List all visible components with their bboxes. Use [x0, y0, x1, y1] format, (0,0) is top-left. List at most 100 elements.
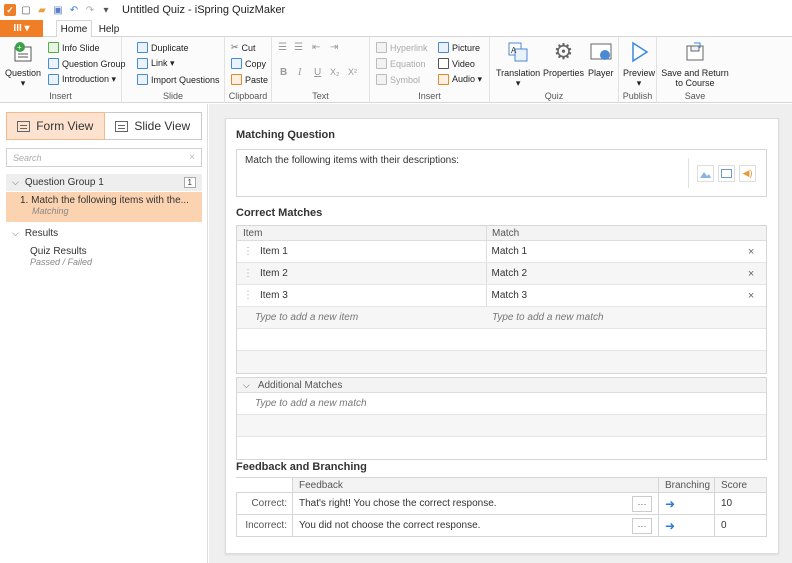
- save-icon[interactable]: ▣: [52, 4, 64, 16]
- superscript-icon[interactable]: X²: [348, 67, 357, 77]
- player-button[interactable]: Player: [588, 40, 614, 78]
- new-match-input[interactable]: Type to add a new match: [487, 307, 737, 328]
- match-cell[interactable]: Match 2: [487, 263, 737, 284]
- view-toggle: Form View Slide View: [6, 112, 202, 140]
- clear-search-icon[interactable]: ×: [189, 152, 195, 163]
- feedback-row-correct: Correct: That's right! You chose the cor…: [236, 493, 767, 515]
- tab-home[interactable]: Home: [56, 20, 92, 38]
- preview-button[interactable]: Preview ▾: [623, 40, 655, 88]
- item-cell[interactable]: Item 1: [260, 246, 288, 257]
- ribbon-group-insert: + Question ▾ Info Slide Question Group I…: [0, 37, 126, 103]
- italic-icon[interactable]: I: [298, 67, 301, 78]
- question-text-field[interactable]: Match the following items with their des…: [236, 149, 767, 197]
- empty-row: [237, 351, 766, 373]
- match-cell[interactable]: Match 1: [487, 241, 737, 262]
- question-group-button[interactable]: Question Group: [48, 58, 126, 69]
- cut-button[interactable]: ✂ Cut: [231, 42, 256, 53]
- new-item-input[interactable]: Type to add a new item: [237, 307, 487, 328]
- decrease-indent-icon[interactable]: ⇤: [312, 42, 320, 53]
- delete-row-icon[interactable]: ×: [736, 241, 766, 262]
- duplicate-button[interactable]: Duplicate: [137, 42, 189, 53]
- col-branching-header: Branching: [659, 478, 715, 492]
- import-questions-button[interactable]: Import Questions: [137, 74, 220, 85]
- search-input[interactable]: Search ×: [6, 148, 202, 167]
- save-return-icon: [683, 40, 707, 64]
- empty-row: [237, 329, 766, 351]
- link-button[interactable]: Link ▾: [137, 58, 175, 69]
- delete-row-icon[interactable]: ×: [736, 285, 766, 306]
- additional-matches-header[interactable]: ⌵ Additional Matches: [237, 378, 766, 393]
- chevron-down-icon[interactable]: ⌵: [243, 380, 250, 391]
- slide-view-button[interactable]: Slide View: [104, 112, 202, 140]
- video-icon[interactable]: [718, 164, 735, 182]
- drag-handle-icon[interactable]: ⋮: [243, 290, 253, 301]
- table-row[interactable]: ⋮ Item 2 Match 2 ×: [237, 263, 766, 285]
- info-slide-button[interactable]: Info Slide: [48, 42, 100, 53]
- match-cell[interactable]: Match 3: [487, 285, 737, 306]
- question-group-row[interactable]: ⌵ Question Group 1 1: [6, 174, 202, 191]
- translation-button[interactable]: A Translation ▾: [496, 40, 540, 88]
- redo-icon[interactable]: ↷: [84, 4, 96, 16]
- underline-icon[interactable]: U: [314, 67, 321, 78]
- new-row[interactable]: Type to add a new item Type to add a new…: [237, 307, 766, 329]
- text-group-label: Text: [312, 91, 329, 101]
- subscript-icon[interactable]: X₂: [330, 67, 340, 77]
- numbered-list-icon[interactable]: ☰: [294, 42, 303, 53]
- branching-arrow-icon[interactable]: ➜: [659, 515, 715, 536]
- introduction-button[interactable]: Introduction ▾: [48, 74, 116, 85]
- audio-button[interactable]: Audio ▾: [438, 74, 482, 85]
- quiz-results-item[interactable]: Quiz Results Passed / Failed: [6, 246, 202, 267]
- save-and-return-button[interactable]: Save and Return to Course: [661, 40, 729, 88]
- chevron-down-icon[interactable]: ⌵: [12, 177, 19, 188]
- symbol-button[interactable]: Symbol: [376, 74, 420, 85]
- drag-handle-icon[interactable]: ⋮: [243, 268, 253, 279]
- table-row[interactable]: ⋮ Item 3 Match 3 ×: [237, 285, 766, 307]
- incorrect-feedback-input[interactable]: You did not choose the correct response.: [299, 520, 480, 531]
- paste-button[interactable]: Paste: [231, 74, 268, 85]
- feedback-header: Feedback Branching Score: [236, 478, 767, 493]
- question-group-icon: [48, 58, 59, 69]
- publish-group-label: Publish: [622, 91, 653, 101]
- hyperlink-button[interactable]: Hyperlink: [376, 42, 428, 53]
- more-options-button[interactable]: ···: [632, 495, 652, 512]
- item-cell[interactable]: Item 2: [260, 268, 288, 279]
- file-menu-button[interactable]: III ▾: [0, 20, 43, 37]
- increase-indent-icon[interactable]: ⇥: [330, 42, 338, 53]
- link-icon: [137, 58, 148, 69]
- incorrect-label: Incorrect:: [236, 515, 293, 536]
- audio-icon[interactable]: ◀): [739, 164, 756, 182]
- new-additional-match-input[interactable]: Type to add a new match: [237, 393, 766, 415]
- new-file-icon[interactable]: ▢: [20, 4, 32, 16]
- properties-button[interactable]: ⚙ Properties: [543, 40, 584, 79]
- copy-button[interactable]: Copy: [231, 58, 266, 69]
- title-bar: ✓ ▢ ▰ ▣ ↶ ↷ ▾ Untitled Quiz - iSpring Qu…: [0, 0, 792, 20]
- form-view-button[interactable]: Form View: [6, 112, 105, 140]
- video-button[interactable]: Video: [438, 58, 475, 69]
- picture-button[interactable]: Picture: [438, 42, 480, 53]
- drag-handle-icon[interactable]: ⋮: [243, 246, 253, 257]
- correct-feedback-input[interactable]: That's right! You chose the correct resp…: [299, 498, 497, 509]
- question-button[interactable]: + Question ▾: [5, 40, 41, 88]
- more-options-button[interactable]: ···: [632, 517, 652, 534]
- bullet-list-icon[interactable]: ☰: [278, 42, 287, 53]
- tab-help[interactable]: Help: [94, 20, 124, 38]
- question-editor: Matching Question Match the following it…: [209, 104, 792, 563]
- bold-icon[interactable]: B: [280, 67, 287, 78]
- undo-icon[interactable]: ↶: [68, 4, 80, 16]
- correct-score-input[interactable]: 10: [715, 493, 767, 514]
- results-group-row[interactable]: ⌵ Results: [6, 226, 202, 240]
- chevron-down-icon[interactable]: ⌵: [12, 228, 19, 239]
- delete-row-icon[interactable]: ×: [736, 263, 766, 284]
- empty-row: [237, 415, 766, 437]
- table-row[interactable]: ⋮ Item 1 Match 1 ×: [237, 241, 766, 263]
- branching-arrow-icon[interactable]: ➜: [659, 493, 715, 514]
- open-folder-icon[interactable]: ▰: [36, 4, 48, 16]
- correct-matches-table: Item Match ⋮ Item 1 Match 1 × ⋮ Item 2 Mat…: [236, 225, 767, 374]
- customize-quick-access-icon[interactable]: ▾: [100, 4, 112, 16]
- slide-item-selected[interactable]: 1. Match the following items with the...…: [6, 192, 202, 222]
- item-cell[interactable]: Item 3: [260, 290, 288, 301]
- duplicate-icon: [137, 42, 148, 53]
- incorrect-score-input[interactable]: 0: [715, 515, 767, 536]
- image-icon[interactable]: [697, 164, 714, 182]
- equation-button[interactable]: Equation: [376, 58, 426, 69]
